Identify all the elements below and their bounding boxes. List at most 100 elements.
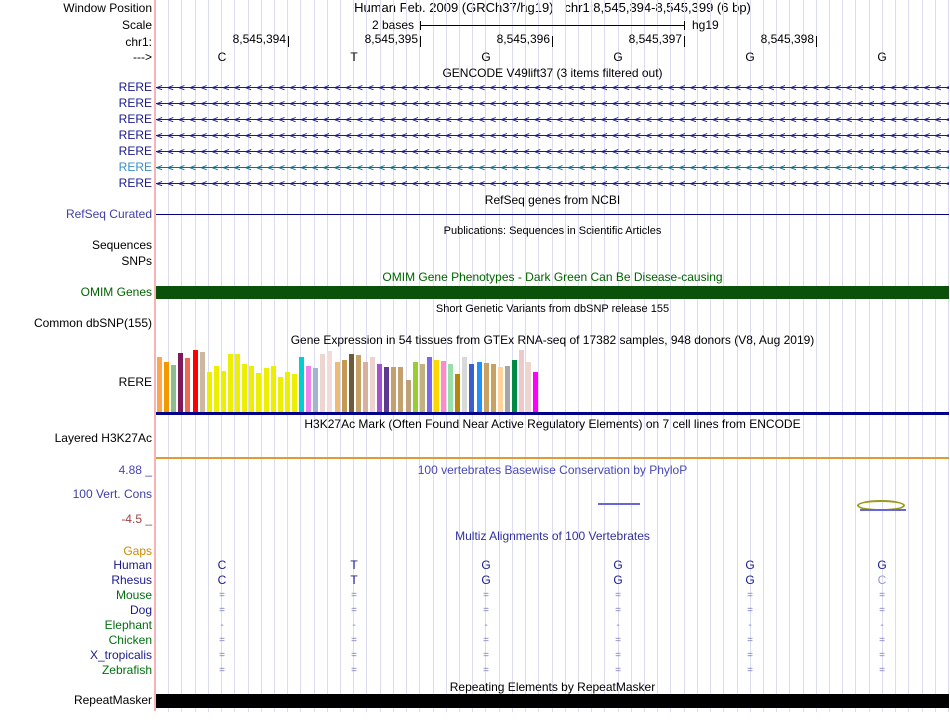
track-label-window-position[interactable]: Window Position [0, 2, 152, 15]
gtex-bar[interactable] [171, 365, 176, 412]
gtex-bar[interactable] [242, 364, 247, 412]
gtex-bar[interactable] [491, 364, 496, 412]
gene-row-rere-6[interactable]: <<<<<<<<<<<<<<<<<<<<<<<<<<<<<<<<<<<<<<<<… [156, 161, 949, 174]
gtex-bar[interactable] [441, 361, 446, 412]
gtex-bar[interactable] [235, 354, 240, 412]
gtex-bar[interactable] [413, 362, 418, 412]
gtex-bar[interactable] [519, 350, 524, 412]
gtex-bar[interactable] [249, 366, 254, 412]
alignment-cell-elephant: - [870, 619, 894, 632]
gtex-bar[interactable] [164, 362, 169, 412]
track-label-repeatmasker[interactable]: RepeatMasker [0, 694, 152, 707]
gtex-bar[interactable] [391, 367, 396, 412]
alignment-cell-rhesus: T [342, 574, 366, 587]
gtex-bar[interactable] [526, 362, 531, 412]
refseq-curated-line[interactable] [156, 214, 949, 215]
phylop-mark-blue-1[interactable] [598, 503, 640, 505]
track-label-rere-1[interactable]: RERE [0, 81, 152, 94]
gtex-bar[interactable] [207, 372, 212, 412]
track-label-human[interactable]: Human [0, 559, 152, 572]
gtex-bar[interactable] [498, 367, 503, 412]
gene-row-rere-7[interactable]: <<<<<<<<<<<<<<<<<<<<<<<<<<<<<<<<<<<<<<<<… [156, 177, 949, 190]
track-label-strand[interactable]: ---> [0, 51, 152, 64]
gtex-bar[interactable] [398, 367, 403, 412]
track-label-omim-genes[interactable]: OMIM Genes [0, 286, 152, 299]
gtex-bar[interactable] [157, 357, 162, 412]
track-label-common-dbsnp[interactable]: Common dbSNP(155) [0, 317, 152, 330]
gtex-bar[interactable] [320, 354, 325, 412]
gtex-bar[interactable] [185, 358, 190, 412]
track-label-rere-3[interactable]: RERE [0, 113, 152, 126]
gtex-bar[interactable] [299, 357, 304, 412]
gtex-bar[interactable] [221, 371, 226, 412]
gtex-bar[interactable] [363, 362, 368, 412]
gtex-bar[interactable] [427, 357, 432, 412]
track-label-gtex-gene[interactable]: RERE [0, 376, 152, 389]
gtex-bar[interactable] [462, 357, 467, 412]
gtex-bar[interactable] [327, 351, 332, 412]
track-label-layered-h3k27ac[interactable]: Layered H3K27Ac [0, 432, 152, 445]
omim-gene-bar[interactable] [156, 286, 949, 299]
gtex-bar[interactable] [512, 360, 517, 412]
gtex-bar[interactable] [335, 362, 340, 412]
gtex-bar[interactable] [484, 363, 489, 412]
track-label-zebrafish[interactable]: Zebrafish [0, 664, 152, 677]
track-label-rere-7[interactable]: RERE [0, 177, 152, 190]
gene-row-rere-1[interactable]: <<<<<<<<<<<<<<<<<<<<<<<<<<<<<<<<<<<<<<<<… [156, 81, 949, 94]
track-label-cons-max[interactable]: 4.88 _ [0, 464, 152, 477]
gtex-bar[interactable] [377, 364, 382, 412]
track-label-rhesus[interactable]: Rhesus [0, 574, 152, 587]
gtex-bar[interactable] [193, 350, 198, 412]
gtex-bar[interactable] [214, 366, 219, 412]
repeatmasker-bar[interactable] [156, 694, 949, 708]
gtex-bar[interactable] [370, 357, 375, 412]
gtex-bar[interactable] [264, 368, 269, 412]
track-label-rere-5[interactable]: RERE [0, 145, 152, 158]
gtex-bar[interactable] [256, 373, 261, 412]
gtex-bar[interactable] [178, 353, 183, 412]
track-label-dog[interactable]: Dog [0, 604, 152, 617]
track-label-cons-min[interactable]: -4.5 _ [0, 513, 152, 526]
gene-row-rere-4[interactable]: <<<<<<<<<<<<<<<<<<<<<<<<<<<<<<<<<<<<<<<<… [156, 129, 949, 142]
gtex-bar[interactable] [271, 366, 276, 412]
track-label-gaps[interactable]: Gaps [0, 545, 152, 558]
track-label-sequences[interactable]: Sequences [0, 239, 152, 252]
gtex-bar[interactable] [349, 354, 354, 412]
gtex-bar[interactable] [455, 374, 460, 412]
gtex-bar[interactable] [228, 354, 233, 412]
gtex-bar[interactable] [342, 360, 347, 412]
gtex-bar[interactable] [278, 377, 283, 412]
track-label-chrom[interactable]: chr1: [0, 36, 152, 49]
track-label-scale[interactable]: Scale [0, 19, 152, 32]
gene-row-rere-3[interactable]: <<<<<<<<<<<<<<<<<<<<<<<<<<<<<<<<<<<<<<<<… [156, 113, 949, 126]
track-label-xtropicalis[interactable]: X_tropicalis [0, 649, 152, 662]
gtex-bar[interactable] [406, 380, 411, 412]
track-label-snps[interactable]: SNPs [0, 255, 152, 268]
track-label-mouse[interactable]: Mouse [0, 589, 152, 602]
gtex-bar[interactable] [313, 368, 318, 412]
gtex-bar[interactable] [306, 366, 311, 412]
gene-row-rere-5[interactable]: <<<<<<<<<<<<<<<<<<<<<<<<<<<<<<<<<<<<<<<<… [156, 145, 949, 158]
gtex-bar[interactable] [200, 352, 205, 412]
gtex-bar[interactable] [533, 372, 538, 412]
h3k27ac-signal-line[interactable] [156, 457, 949, 459]
gtex-bar[interactable] [434, 360, 439, 412]
gtex-bar[interactable] [448, 364, 453, 412]
track-label-refseq-curated[interactable]: RefSeq Curated [0, 208, 152, 221]
gtex-bar[interactable] [356, 355, 361, 412]
track-label-vert-cons[interactable]: 100 Vert. Cons [0, 488, 152, 501]
track-label-rere-4[interactable]: RERE [0, 129, 152, 142]
gtex-bar[interactable] [469, 364, 474, 412]
gene-row-rere-2[interactable]: <<<<<<<<<<<<<<<<<<<<<<<<<<<<<<<<<<<<<<<<… [156, 97, 949, 110]
gtex-bar[interactable] [292, 374, 297, 412]
track-label-chicken[interactable]: Chicken [0, 634, 152, 647]
gtex-bar[interactable] [505, 366, 510, 412]
gtex-bar[interactable] [384, 367, 389, 412]
gtex-bar[interactable] [477, 362, 482, 412]
gtex-bar[interactable] [420, 364, 425, 412]
phylop-mark-blue-2[interactable] [860, 509, 906, 511]
track-label-rere-6[interactable]: RERE [0, 161, 152, 174]
track-label-rere-2[interactable]: RERE [0, 97, 152, 110]
track-label-elephant[interactable]: Elephant [0, 619, 152, 632]
gtex-bar[interactable] [285, 372, 290, 412]
